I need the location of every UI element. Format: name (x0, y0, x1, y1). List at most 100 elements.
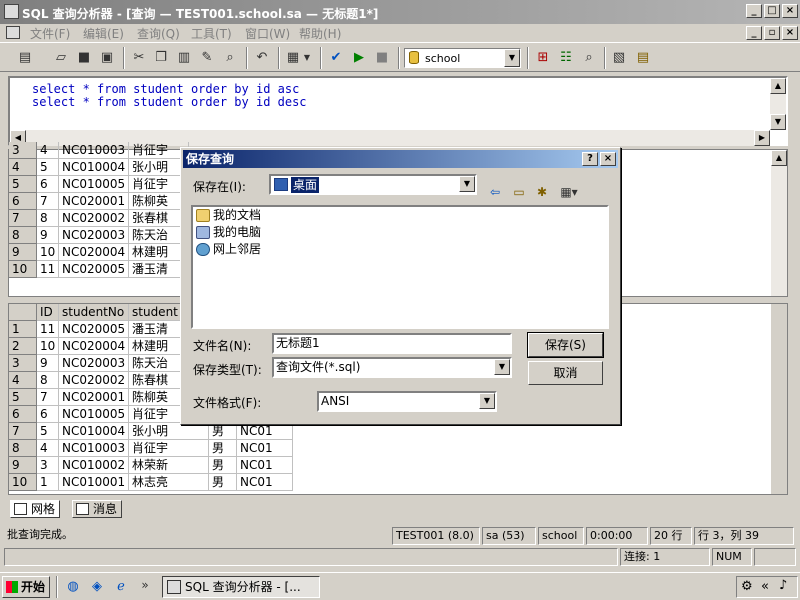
grid-cell[interactable]: NC010005 (59, 406, 129, 423)
grid-cell[interactable]: 肖征宇 (129, 440, 209, 457)
table-row[interactable]: 9 3 NC010002 林荣新男 NC01 (9, 457, 293, 474)
row-header[interactable]: 3 (9, 142, 37, 159)
grid-cell[interactable]: NC010005 (59, 176, 129, 193)
grid-cell[interactable]: 6 (37, 176, 59, 193)
query-editor[interactable]: select * from student order by id asc se… (8, 76, 788, 146)
parse-query-icon[interactable]: ✔ (327, 49, 345, 67)
execute-query-icon[interactable]: ▶ (350, 49, 368, 67)
quick-launch-more-icon[interactable]: » (136, 576, 154, 594)
scroll-down-icon[interactable]: ▼ (770, 114, 786, 130)
mdi-restore-button[interactable]: ▫ (764, 26, 780, 40)
menu-window[interactable]: 窗口(W) (245, 25, 290, 42)
mdi-close-button[interactable]: × (782, 26, 798, 40)
grid-cell[interactable]: NC020002 (59, 372, 129, 389)
row-header[interactable]: 3 (9, 355, 37, 372)
row-header[interactable]: 2 (9, 338, 37, 355)
filename-input[interactable]: 无标题1 (272, 333, 512, 354)
place-my-documents[interactable]: 我的文档 (195, 207, 261, 224)
results-mode-icon[interactable]: ▦ (284, 49, 302, 67)
grid-cell[interactable]: NC01 (237, 474, 293, 491)
grid-cell[interactable]: 9 (37, 227, 59, 244)
chevron-down-icon[interactable]: ▼ (494, 359, 510, 375)
sql-service-icon[interactable]: ⚙ (741, 579, 753, 594)
grid-cell[interactable]: 6 (37, 406, 59, 423)
grid-cell[interactable]: 9 (37, 355, 59, 372)
grid-cell[interactable]: NC010004 (59, 423, 129, 440)
show-desktop-icon[interactable]: ◍ (64, 578, 82, 596)
row-header[interactable]: 9 (9, 244, 37, 261)
grid-cell[interactable]: 11 (37, 261, 59, 278)
grid-cell[interactable]: NC020005 (59, 321, 129, 338)
chevron-down-icon[interactable]: ▼ (459, 176, 475, 192)
grid-cell[interactable]: NC020002 (59, 210, 129, 227)
save-button[interactable]: 保存(S) (527, 332, 604, 358)
tray-expand-icon[interactable]: « (761, 579, 769, 594)
file-list[interactable]: 我的文档 我的电脑 网上邻居 (191, 205, 609, 329)
grid-cell[interactable]: 7 (37, 193, 59, 210)
grid-cell[interactable]: NC010001 (59, 474, 129, 491)
cut-icon[interactable]: ✂ (130, 49, 148, 67)
cancel-button[interactable]: 取消 (528, 361, 603, 385)
table-row[interactable]: 3 4 NC010003 肖征宇 (9, 142, 189, 159)
grid-cell[interactable]: 林荣新 (129, 457, 209, 474)
grid-cell[interactable]: 4 (37, 440, 59, 457)
table-row[interactable]: 7 5 NC010004 张小明男 NC01 (9, 423, 293, 440)
table-row[interactable]: 8 4 NC010003 肖征宇男 NC01 (9, 440, 293, 457)
copy-icon[interactable]: ❐ (152, 49, 170, 67)
row-header[interactable]: 6 (9, 406, 37, 423)
results-pane-icon[interactable]: ▤ (634, 49, 652, 67)
table-row[interactable]: 9 10 NC020004 林建明 (9, 244, 189, 261)
dialog-close-button[interactable]: × (600, 152, 616, 166)
row-header[interactable]: 9 (9, 457, 37, 474)
column-header-studentno[interactable]: studentNo (59, 304, 129, 321)
row-header[interactable]: 5 (9, 389, 37, 406)
chevron-down-icon[interactable]: ▼ (479, 393, 495, 409)
grid-cell[interactable]: NC020004 (59, 244, 129, 261)
grid-cell[interactable]: NC010003 (59, 142, 129, 159)
database-select[interactable]: school ▼ (404, 48, 521, 68)
editor-vertical-scrollbar[interactable]: ▲ ▼ (770, 78, 786, 130)
properties-icon[interactable]: ▧ (610, 49, 628, 67)
browser-icon[interactable]: ℯ (112, 578, 130, 596)
row-header[interactable]: 6 (9, 193, 37, 210)
grid-cell[interactable]: 8 (37, 210, 59, 227)
grid-cell[interactable]: 男 (209, 457, 237, 474)
row-header[interactable]: 4 (9, 372, 37, 389)
grid1-vertical-scrollbar[interactable]: ▲ (771, 150, 787, 296)
grid-cell[interactable]: 林志亮 (129, 474, 209, 491)
row-header[interactable]: 8 (9, 440, 37, 457)
grid-cell[interactable]: NC020001 (59, 193, 129, 210)
open-icon[interactable]: ▱ (52, 49, 70, 67)
start-button[interactable]: 开始 (2, 576, 50, 598)
table-row[interactable]: 7 8 NC020002 张春棋 (9, 210, 189, 227)
help-button[interactable]: ? (582, 152, 598, 166)
results-mode-dropdown-icon[interactable]: ▼ (302, 49, 312, 67)
place-my-computer[interactable]: 我的电脑 (195, 224, 261, 241)
document-icon[interactable] (6, 26, 20, 39)
grid-cell[interactable]: 10 (37, 338, 59, 355)
tab-grid[interactable]: 网格 (10, 500, 61, 518)
view-menu-icon[interactable]: ▦▾ (557, 185, 581, 199)
grid-cell[interactable]: NC01 (237, 457, 293, 474)
find-icon[interactable]: ⌕ (221, 49, 239, 67)
undo-icon[interactable]: ↶ (253, 49, 271, 67)
table-row[interactable]: 5 6 NC010005 肖征宇 (9, 176, 189, 193)
cancel-query-icon[interactable]: ■ (373, 49, 391, 67)
grid-cell[interactable]: 7 (37, 389, 59, 406)
tab-messages[interactable]: 消息 (72, 500, 123, 518)
close-button[interactable]: × (782, 4, 798, 18)
grid-cell[interactable]: NC020003 (59, 355, 129, 372)
code-line-2[interactable]: select * from student order by id desc (32, 95, 307, 109)
maximize-button[interactable]: □ (764, 4, 780, 18)
grid-cell[interactable]: 8 (37, 372, 59, 389)
filetype-select[interactable]: 查询文件(*.sql) ▼ (272, 357, 512, 378)
email-icon[interactable]: ◈ (88, 578, 106, 596)
grid-cell[interactable]: 张小明 (129, 423, 209, 440)
save-in-select[interactable]: 桌面 ▼ (269, 174, 477, 195)
grid-cell[interactable]: 10 (37, 244, 59, 261)
grid-cell[interactable]: NC010002 (59, 457, 129, 474)
grid-cell[interactable]: 3 (37, 457, 59, 474)
row-header[interactable]: 7 (9, 423, 37, 440)
format-select[interactable]: ANSI ▼ (317, 391, 497, 412)
table-row[interactable]: 10 1 NC010001 林志亮男 NC01 (9, 474, 293, 491)
